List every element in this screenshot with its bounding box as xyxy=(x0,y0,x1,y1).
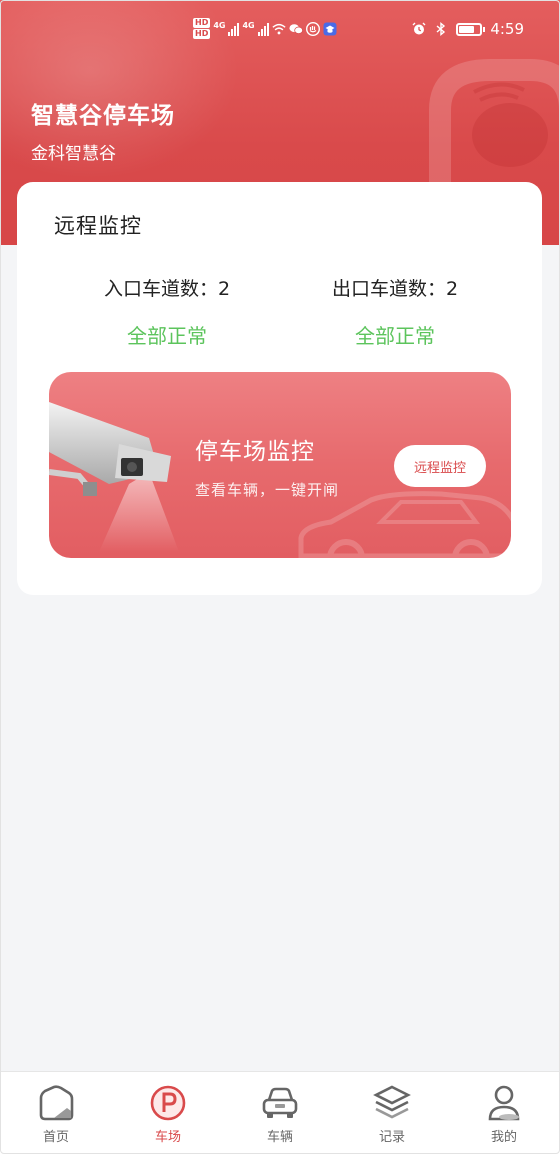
hd-label-2: HD xyxy=(193,29,211,39)
signal-icon xyxy=(228,22,240,36)
tab-records[interactable]: 记录 xyxy=(336,1072,448,1154)
page-title: 智慧谷停车场 xyxy=(31,103,175,129)
bottom-tab-bar: 首页 车场 车辆 记录 我的 xyxy=(0,1071,560,1154)
remote-monitor-card: 远程监控 入口车道数：2 出口车道数：2 全部正常 全部正常 停车场监控 查看车… xyxy=(17,182,542,595)
parking-icon xyxy=(150,1085,186,1121)
tab-records-label: 记录 xyxy=(378,1130,405,1145)
exit-lane-label: 出口车道数： xyxy=(331,278,446,300)
remote-monitor-button[interactable]: 远程监控 xyxy=(394,445,486,487)
profile-icon xyxy=(488,1085,520,1121)
tab-vehicles[interactable]: 车辆 xyxy=(224,1072,336,1154)
network-label-1: 4G xyxy=(213,20,226,30)
home-icon xyxy=(39,1085,74,1121)
battery-icon xyxy=(456,22,486,36)
exit-status: 全部正常 xyxy=(355,324,435,348)
status-right: 4:59 xyxy=(412,20,524,38)
card-title: 远程监控 xyxy=(54,214,142,238)
banner-title: 停车场监控 xyxy=(195,439,315,465)
status-time: 4:59 xyxy=(490,20,524,38)
tab-home-label: 首页 xyxy=(42,1130,69,1145)
network-label-2: 4G xyxy=(242,20,255,30)
entry-lane-value: 2 xyxy=(217,278,231,300)
tab-parking-label: 车场 xyxy=(154,1130,181,1145)
bluetooth-icon xyxy=(436,22,446,36)
signal-icon-2 xyxy=(257,22,269,36)
tab-parking[interactable]: 车场 xyxy=(112,1072,224,1154)
hd-label-1: HD xyxy=(193,18,211,28)
tab-mine[interactable]: 我的 xyxy=(448,1072,560,1154)
app-icon xyxy=(305,22,320,36)
tab-vehicles-label: 车辆 xyxy=(266,1130,293,1145)
alarm-icon xyxy=(412,22,426,35)
car-icon xyxy=(262,1087,298,1118)
security-camera-icon xyxy=(49,402,179,552)
parking-monitor-banner[interactable]: 停车场监控 查看车辆，一键开闸 远程监控 xyxy=(49,372,511,558)
entry-status: 全部正常 xyxy=(127,324,207,348)
entry-lane-label: 入口车道数： xyxy=(103,278,218,300)
tab-mine-label: 我的 xyxy=(490,1130,517,1145)
wifi-icon xyxy=(272,23,286,35)
education-app-icon xyxy=(323,22,337,36)
page-subtitle: 金科智慧谷 xyxy=(31,144,116,164)
hd-badges: HD HD xyxy=(193,18,211,40)
layers-icon xyxy=(373,1085,411,1119)
banner-subtitle: 查看车辆，一键开闸 xyxy=(195,481,340,499)
wechat-icon xyxy=(289,24,303,34)
status-left: HD HD 4G 4G xyxy=(193,18,337,40)
exit-lane-value: 2 xyxy=(445,278,459,300)
tab-home[interactable]: 首页 xyxy=(0,1072,112,1154)
entry-lane-count: 入口车道数：2 xyxy=(67,274,267,301)
exit-lane-count: 出口车道数：2 xyxy=(295,274,495,301)
